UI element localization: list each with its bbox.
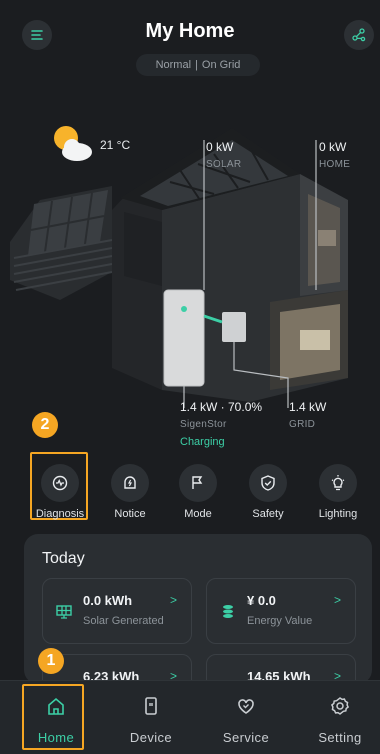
quick-action-label: Safety [252,508,284,520]
stat-label: Energy Value [247,615,313,627]
diagnosis-icon [52,475,68,491]
quick-action-lighting[interactable]: Lighting [308,456,368,520]
device-icon [145,697,157,715]
battery-state: Charging [180,436,225,448]
step-badge-2: 2 [32,412,58,438]
partly-cloudy-icon [54,126,92,161]
quick-action-label: Mode [184,508,212,520]
quick-action-label: Diagnosis [35,508,85,520]
stat-value: 0.0 kWh [83,593,133,608]
step-badge-1: 1 [38,648,64,674]
quick-action-diagnosis[interactable]: Diagnosis [30,456,90,520]
lightbulb-icon [331,475,345,491]
battery-label: SigenStor [180,419,227,430]
grid-label: GRID [289,419,316,430]
stat-value: ¥ 0.0 [247,593,276,608]
quick-action-label: Lighting [318,508,358,520]
status-mode: Normal [155,59,192,71]
service-icon [238,699,254,714]
status-separator: | [195,59,198,71]
page-title: My Home [145,20,235,42]
temperature: 21 °C [100,138,131,152]
quick-action-notice[interactable]: Notice [100,456,160,520]
shield-icon [261,475,275,491]
status-grid: On Grid [201,59,241,71]
coin-stack-icon [223,605,233,618]
nav-item-setting[interactable]: Setting [302,695,378,745]
share-button[interactable] [344,20,374,50]
solar-label: SOLAR [206,159,242,170]
grid-status-pill: Normal | On Grid [136,54,260,76]
solar-panel-icon [56,605,72,619]
stat-label: Solar Generated [83,615,164,627]
notice-icon [124,476,136,489]
top-bar: My Home Normal | On Grid [0,0,380,80]
share-network-icon [352,28,366,42]
quick-actions: Diagnosis Notice Mode Safety Lighting [24,456,374,520]
today-card: Today 0.0 kWh Solar Generated > ¥ 0.0 En… [24,534,372,720]
home-tab-highlight [22,684,84,750]
today-title: Today [42,550,85,567]
stat-tile-solar-generated[interactable]: 0.0 kWh Solar Generated > [42,578,192,644]
quick-action-label: Notice [114,508,146,520]
nav-item-service[interactable]: Service [208,695,284,745]
stat-tile-energy-value[interactable]: ¥ 0.0 Energy Value > [206,578,356,644]
nav-label: Device [129,730,173,745]
quick-action-mode[interactable]: Mode [168,456,228,520]
gear-icon [330,697,350,715]
nav-label: Service [222,730,270,745]
home-power-value: 0 kW [319,140,347,154]
chevron-right-icon: > [169,593,177,607]
chevron-right-icon: > [333,593,341,607]
nav-item-device[interactable]: Device [113,695,189,745]
home-label: HOME [319,159,351,170]
solar-power-value: 0 kW [206,140,234,154]
mode-icon [192,476,203,489]
grid-power-value: 1.4 kW [289,400,327,414]
battery-power-value: 1.4 kW · 70.0% [180,400,263,414]
nav-label: Setting [318,730,362,745]
quick-action-safety[interactable]: Safety [238,456,298,520]
